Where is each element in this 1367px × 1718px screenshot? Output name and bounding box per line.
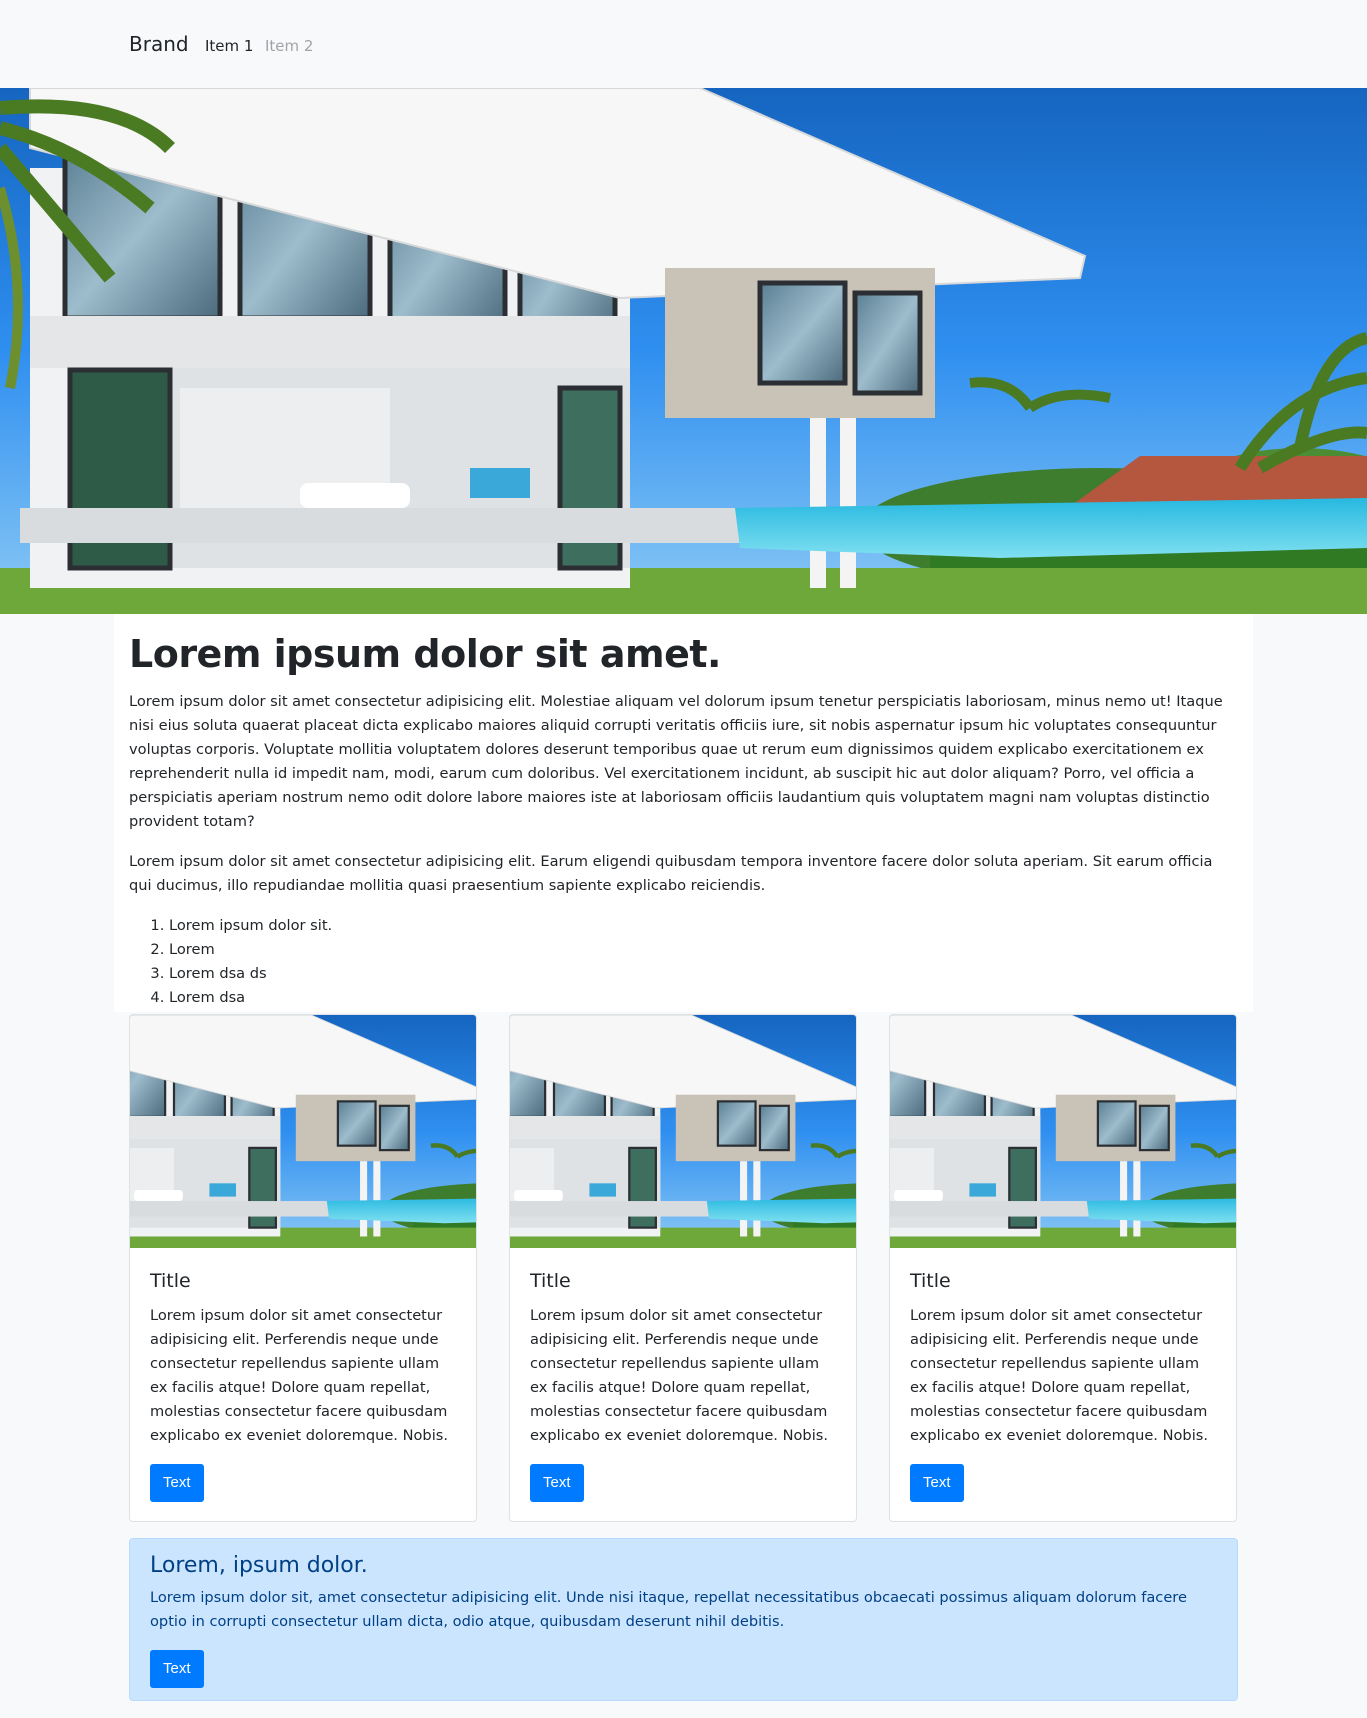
intro-paragraph-2: Lorem ipsum dolor sit amet consectetur a… <box>129 852 1213 894</box>
card-button[interactable]: Text <box>150 1464 204 1502</box>
card-button[interactable]: Text <box>530 1464 584 1502</box>
nav-item-1[interactable]: Item 1 <box>205 37 253 55</box>
card-title: Title <box>150 1270 191 1292</box>
card-2: Title Lorem ipsum dolor sit amet consect… <box>509 1014 857 1522</box>
list-item: Lorem <box>169 938 1238 962</box>
card-image <box>130 1015 477 1248</box>
card-3: Title Lorem ipsum dolor sit amet consect… <box>889 1014 1237 1522</box>
nav-item-2[interactable]: Item 2 <box>265 37 313 55</box>
navbar-brand[interactable]: Brand <box>129 32 189 56</box>
intro-paragraph-1: Lorem ipsum dolor sit amet consectetur a… <box>129 692 1223 830</box>
info-alert: Lorem, ipsum dolor. Lorem ipsum dolor si… <box>129 1538 1238 1701</box>
alert-text: Lorem ipsum dolor sit, amet consectetur … <box>150 1589 1187 1630</box>
alert-heading: Lorem, ipsum dolor. <box>150 1553 368 1578</box>
card-text: Lorem ipsum dolor sit amet consectetur a… <box>150 1307 448 1444</box>
card-image <box>510 1015 857 1248</box>
intro-section: Lorem ipsum dolor sit amet. Lorem ipsum … <box>114 614 1253 1012</box>
card-title: Title <box>910 1270 951 1292</box>
card-text: Lorem ipsum dolor sit amet consectetur a… <box>530 1307 828 1444</box>
house-photo <box>0 88 1367 614</box>
card-title: Title <box>530 1270 571 1292</box>
alert-button[interactable]: Text <box>150 1650 204 1688</box>
card-button[interactable]: Text <box>910 1464 964 1502</box>
card-text: Lorem ipsum dolor sit amet consectetur a… <box>910 1307 1208 1444</box>
list-item: Lorem dsa <box>169 986 1238 1010</box>
list-item: Lorem dsa ds <box>169 962 1238 986</box>
page-title: Lorem ipsum dolor sit amet. <box>129 632 721 676</box>
hero-image <box>0 88 1367 614</box>
list-item: Lorem ipsum dolor sit. <box>169 914 1238 938</box>
card-1: Title Lorem ipsum dolor sit amet consect… <box>129 1014 477 1522</box>
navbar: Brand Item 1 Item 2 <box>0 0 1367 88</box>
card-image <box>890 1015 1237 1248</box>
intro-list: Lorem ipsum dolor sit. Lorem Lorem dsa d… <box>169 914 1238 1010</box>
